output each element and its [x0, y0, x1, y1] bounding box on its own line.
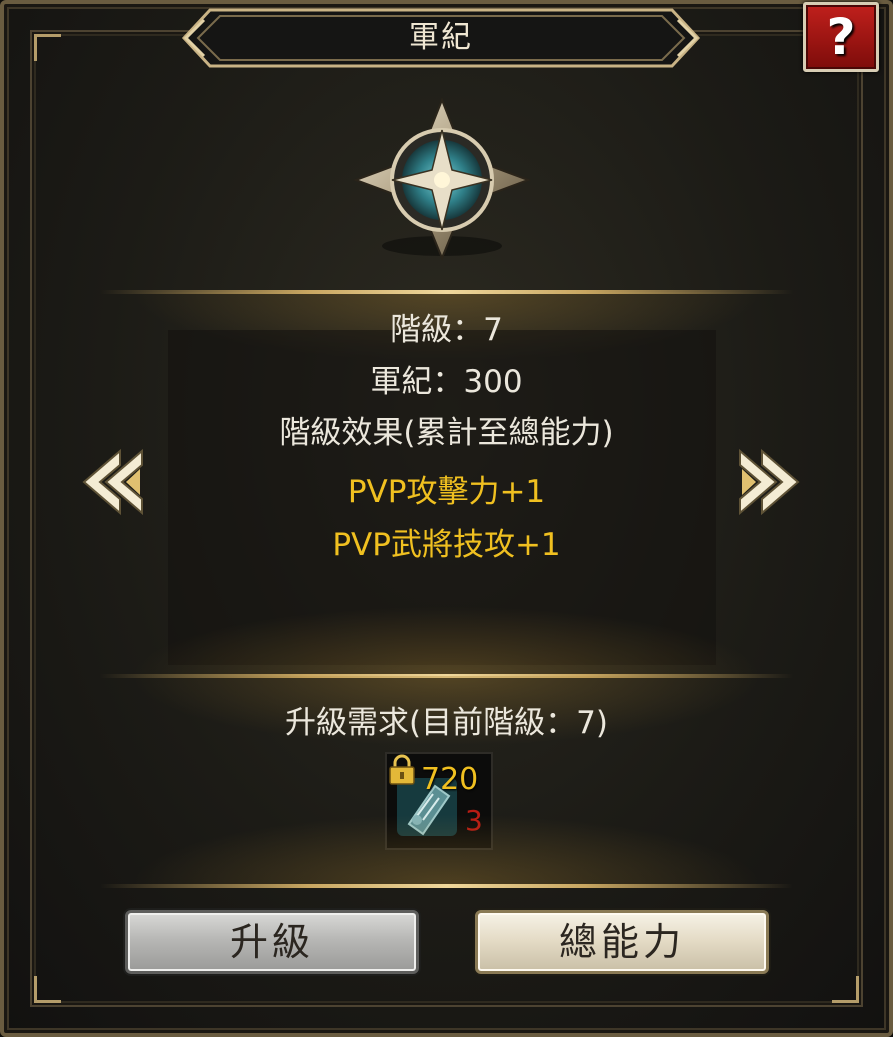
- previous-rank-arrow-icon[interactable]: [82, 447, 146, 517]
- next-rank-arrow-icon[interactable]: [736, 447, 800, 517]
- rank-level-text: 階級：7: [390, 312, 503, 348]
- section-divider: [100, 884, 793, 888]
- rank-emblem-icon: [353, 97, 531, 261]
- total-stats-button[interactable]: 總能力: [475, 910, 769, 974]
- corner-ornament: [34, 34, 61, 61]
- required-item-count: 720: [421, 762, 479, 797]
- upgrade-requirement-heading: 升級需求(目前階級：7): [285, 705, 608, 741]
- corner-ornament: [34, 976, 61, 1003]
- discipline-points-text: 軍紀：300: [370, 364, 523, 400]
- window-title: 軍紀: [409, 20, 473, 55]
- lock-icon: [389, 754, 415, 785]
- rank-effect-item: PVP武將技攻+1: [332, 527, 561, 563]
- divider-glow: [130, 606, 763, 676]
- section-divider: [100, 290, 793, 294]
- corner-ornament: [832, 976, 859, 1003]
- title-banner: 軍紀: [180, 6, 702, 70]
- upgrade-button[interactable]: 升級: [125, 910, 419, 974]
- divider-glow: [130, 814, 763, 884]
- rank-effects-heading: 階級效果(累計至總能力): [279, 415, 614, 451]
- help-button[interactable]: ?: [803, 2, 879, 72]
